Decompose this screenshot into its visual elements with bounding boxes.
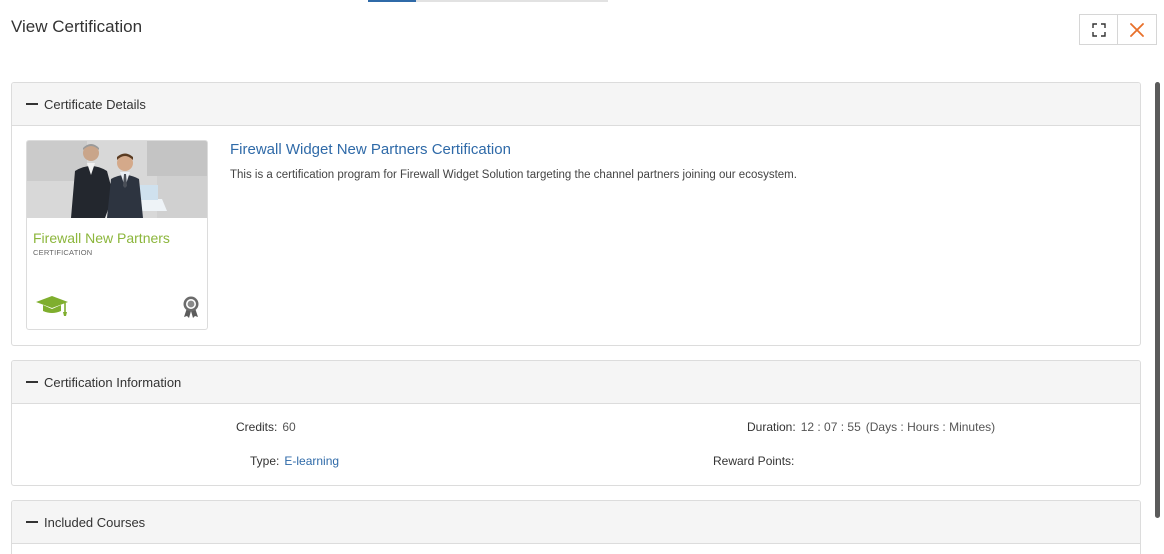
card-subtitle: CERTIFICATION [33,248,93,257]
scrollbar-thumb[interactable] [1155,82,1160,518]
certification-description: This is a certification program for Fire… [230,169,797,181]
type-value-link[interactable]: E-learning [284,454,339,468]
credits-row: Credits: 60 [236,420,296,434]
credits-value: 60 [282,420,296,434]
expand-button[interactable] [1079,14,1118,45]
certificate-details-panel: Certificate Details Firewall New Partner… [11,82,1141,346]
reward-points-label: Reward Points: [713,454,795,468]
active-tab-underline [368,0,416,2]
expand-icon [1091,22,1106,37]
duration-value: 12 : 07 : 55 [800,420,861,434]
award-icon [182,295,200,324]
graduation-cap-icon [35,295,69,322]
modal-title: View Certification [11,17,143,36]
certification-title[interactable]: Firewall Widget New Partners Certificati… [230,141,511,158]
certification-card[interactable]: Firewall New Partners CERTIFICATION [26,140,208,330]
collapse-icon [26,381,38,383]
collapse-icon [26,103,38,105]
header-buttons [1079,14,1157,45]
certificate-details-header[interactable]: Certificate Details [12,83,1140,126]
duration-label: Duration: [747,420,796,434]
certificate-details-title: Certificate Details [44,96,146,112]
collapse-icon [26,521,38,523]
close-icon [1130,22,1144,37]
type-label: Type: [250,454,280,468]
certification-information-panel: Certification Information Credits: 60 Dur… [11,360,1141,486]
close-button[interactable] [1118,14,1157,45]
included-courses-header[interactable]: Included Courses [12,501,1140,544]
top-tab-indicator [368,0,608,2]
certification-information-header[interactable]: Certification Information [12,361,1140,404]
certification-information-title: Certification Information [44,374,182,390]
included-courses-panel: Included Courses [11,500,1141,554]
card-title: Firewall New Partners [33,230,170,246]
included-courses-title: Included Courses [44,514,146,530]
certification-thumbnail [27,141,207,218]
duration-unit: (Days : Hours : Minutes) [865,420,996,434]
type-row: Type: E-learning [250,454,339,468]
credits-label: Credits: [236,420,278,434]
duration-row: Duration: 12 : 07 : 55 (Days : Hours : Min… [747,420,995,434]
reward-points-row: Reward Points: [713,454,799,468]
